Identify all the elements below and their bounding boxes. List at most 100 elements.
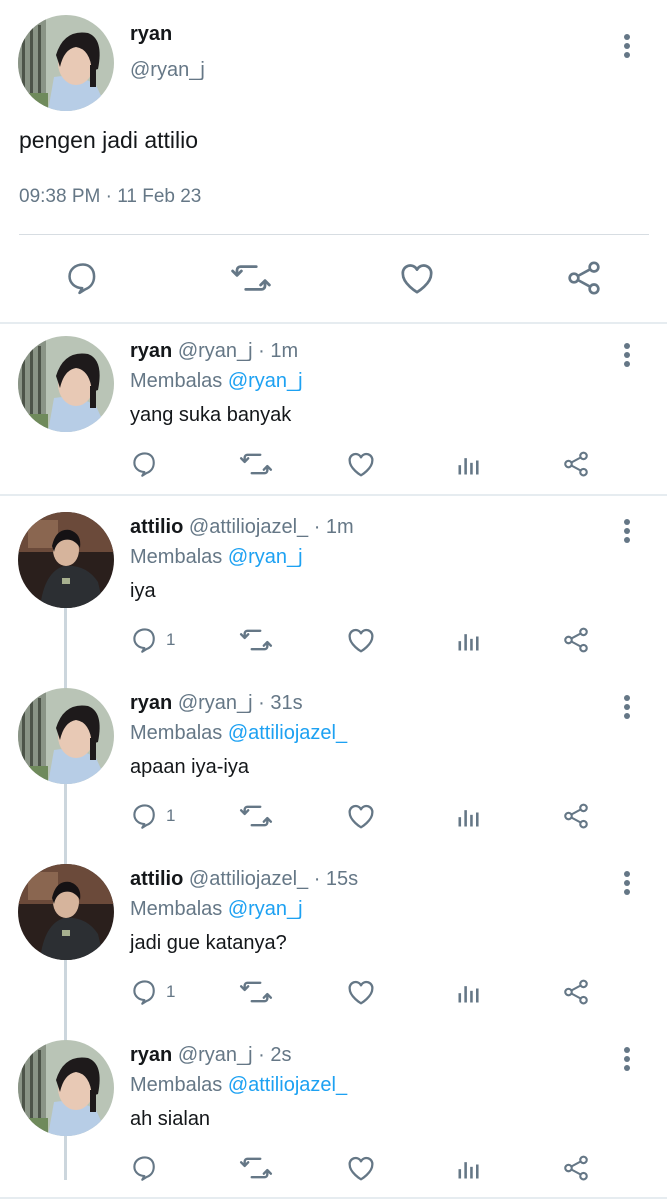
reply-actions [0,1148,667,1188]
replying-to-label: Membalas [130,1074,223,1096]
avatar-photo-ryan [18,688,114,784]
analytics-icon[interactable] [449,796,489,836]
divider [19,234,649,235]
tweet-timestamp: 09:38 PM · 11 Feb 23 [19,186,202,207]
analytics-icon[interactable] [449,1148,489,1188]
like-icon[interactable] [341,796,381,836]
reply-text: jadi gue katanya? [130,932,287,954]
more-options-icon[interactable] [617,1044,637,1074]
more-options-icon[interactable] [617,868,637,898]
divider [0,1197,667,1199]
analytics-icon[interactable] [449,620,489,660]
main-tweet: ryan @ryan_j pengen jadi attilio 09:38 P… [0,0,667,324]
mention-link[interactable]: @attiliojazel_ [228,1074,347,1096]
author-handle[interactable]: @ryan_j [130,59,205,82]
reply-tweet[interactable]: attilio @attiliojazel_ · 15s Membalas @r… [0,854,667,1030]
share-icon[interactable] [556,444,596,484]
share-icon[interactable] [556,796,596,836]
retweet-icon[interactable] [225,252,277,304]
replying-to: Membalas @attiliojazel_ [130,1074,347,1097]
more-options-icon[interactable] [617,516,637,546]
author-name[interactable]: ryan [130,23,172,46]
mention-link[interactable]: @ryan_j [228,370,303,392]
author-handle-time: @attiliojazel_ · 1m [188,516,354,538]
author-name[interactable]: attilio [130,516,183,538]
author-handle-time: @ryan_j · 31s [177,692,303,714]
reply-tweet[interactable]: ryan @ryan_j · 2s Membalas @attiliojazel… [0,1030,667,1200]
avatar[interactable] [18,15,114,111]
mention-link[interactable]: @ryan_j [228,546,303,568]
author-name[interactable]: attilio [130,868,183,890]
avatar-photo-ryan [18,1040,114,1136]
author-name[interactable]: ryan [130,692,172,714]
replying-to: Membalas @ryan_j [130,370,303,393]
reply-actions [0,444,667,484]
retweet-icon[interactable] [236,620,276,660]
retweet-icon[interactable] [236,444,276,484]
avatar[interactable] [18,512,114,608]
divider [0,494,667,496]
reply-tweet[interactable]: ryan @ryan_j · 1m Membalas @ryan_j yang … [0,326,667,502]
more-options-icon[interactable] [617,31,637,61]
reply-header: attilio @attiliojazel_ · 15s [130,868,358,891]
replying-to: Membalas @ryan_j [130,898,303,921]
divider [0,322,667,324]
reply-tweet[interactable]: attilio @attiliojazel_ · 1m Membalas @ry… [0,502,667,678]
like-icon[interactable] [341,444,381,484]
more-options-icon[interactable] [617,692,637,722]
like-icon[interactable] [391,252,443,304]
reply-icon[interactable] [57,252,109,304]
retweet-icon[interactable] [236,1148,276,1188]
share-icon[interactable] [556,620,596,660]
reply-count: 1 [166,982,176,1001]
reply-header: attilio @attiliojazel_ · 1m [130,516,354,539]
tweet-actions [0,252,667,304]
reply-icon[interactable]: 1 [130,972,190,1012]
author-name[interactable]: ryan [130,340,172,362]
avatar[interactable] [18,1040,114,1136]
more-options-icon[interactable] [617,340,637,370]
avatar[interactable] [18,688,114,784]
reply-actions: 1 [0,796,667,836]
reply-icon[interactable]: 1 [130,796,190,836]
replying-to-label: Membalas [130,370,223,392]
replying-to-label: Membalas [130,722,223,744]
like-icon[interactable] [341,1148,381,1188]
share-icon[interactable] [556,1148,596,1188]
retweet-icon[interactable] [236,972,276,1012]
reply-text: iya [130,580,156,602]
avatar[interactable] [18,864,114,960]
reply-icon[interactable] [130,1148,190,1188]
reply-text: ah sialan [130,1108,211,1130]
reply-header: ryan @ryan_j · 2s [130,1044,291,1067]
retweet-icon[interactable] [236,796,276,836]
avatar-photo-attilio [18,864,114,960]
like-icon[interactable] [341,620,381,660]
reply-text: yang suka banyak [130,404,292,426]
analytics-icon[interactable] [449,972,489,1012]
reply-icon[interactable]: 1 [130,620,190,660]
replying-to: Membalas @ryan_j [130,546,303,569]
reply-tweet[interactable]: ryan @ryan_j · 31s Membalas @attiliojaze… [0,678,667,854]
reply-count: 1 [166,630,176,649]
reply-text: apaan iya-iya [130,756,249,778]
reply-actions: 1 [0,972,667,1012]
author-name[interactable]: ryan [130,1044,172,1066]
analytics-icon[interactable] [449,444,489,484]
reply-icon[interactable] [130,444,190,484]
avatar-photo-ryan [18,15,114,111]
avatar-photo-ryan [18,336,114,432]
reply-header: ryan @ryan_j · 1m [130,340,298,363]
share-icon[interactable] [558,252,610,304]
reply-count: 1 [166,806,176,825]
tweet-thread-page: ryan @ryan_j pengen jadi attilio 09:38 P… [0,0,667,1200]
mention-link[interactable]: @attiliojazel_ [228,722,347,744]
avatar[interactable] [18,336,114,432]
share-icon[interactable] [556,972,596,1012]
replying-to: Membalas @attiliojazel_ [130,722,347,745]
replying-to-label: Membalas [130,546,223,568]
replying-to-label: Membalas [130,898,223,920]
reply-header: ryan @ryan_j · 31s [130,692,303,715]
mention-link[interactable]: @ryan_j [228,898,303,920]
like-icon[interactable] [341,972,381,1012]
